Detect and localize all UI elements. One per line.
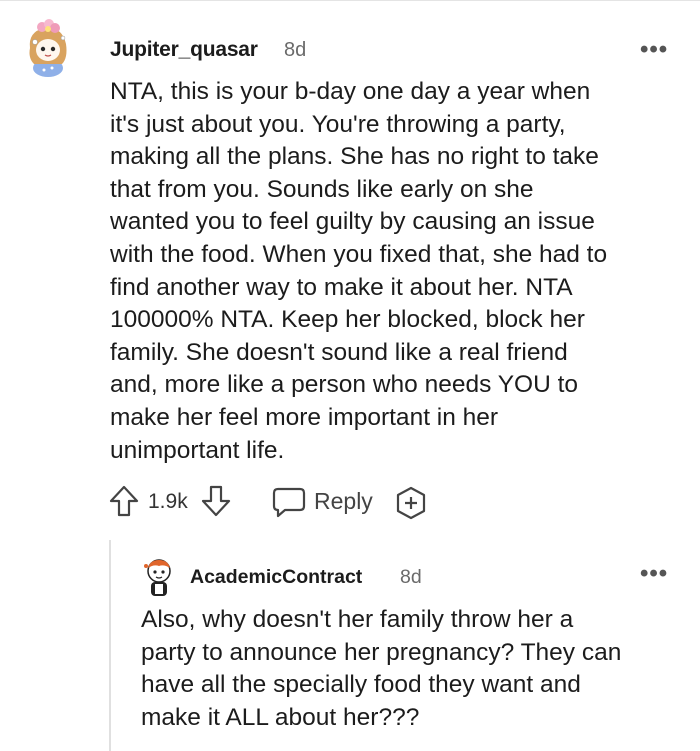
- more-options-icon[interactable]: •••: [640, 36, 668, 64]
- comment-age: 8d: [284, 39, 307, 61]
- user-avatar[interactable]: [22, 18, 74, 78]
- comment-line: family. She doesn't sound like a real fr…: [110, 338, 568, 366]
- speech-bubble-icon[interactable]: [272, 486, 306, 523]
- comment-body: NTA, this is your b-day one day a year w…: [110, 76, 680, 467]
- vote-count: 1.9k: [148, 490, 188, 513]
- comment-line: that from you. Sounds like early on she: [110, 175, 534, 203]
- reply-line: have all the specially food they want an…: [141, 671, 581, 699]
- comment-author[interactable]: Jupiter_quasar: [110, 38, 258, 62]
- comment-line: make her feel more important in her: [110, 403, 499, 431]
- top-divider: [0, 0, 700, 1]
- reply-age: 8d: [400, 566, 422, 588]
- add-award-icon[interactable]: [394, 486, 428, 525]
- upvote-arrow-icon[interactable]: [108, 484, 140, 523]
- reply-avatar[interactable]: [140, 558, 178, 598]
- avatar-icon: [144, 559, 171, 596]
- more-options-icon[interactable]: •••: [640, 560, 668, 588]
- comment-line: find another way to make it about her. N…: [110, 273, 573, 301]
- comment-line: unimportant life.: [110, 436, 285, 464]
- avatar-icon: [29, 19, 67, 77]
- comment-line: NTA, this is your b-day one day a year w…: [110, 78, 591, 105]
- comment-line: making all the plans. She has no right t…: [110, 143, 599, 171]
- thread-line[interactable]: [109, 540, 111, 751]
- reply-line: party to announce her pregnancy? They ca…: [141, 638, 622, 666]
- comment-line: it's just about you. You're throwing a p…: [110, 110, 566, 138]
- reply-line: Also, why doesn't her family throw her a: [141, 606, 574, 633]
- reply-author[interactable]: AcademicContract: [190, 566, 362, 589]
- reply-body: Also, why doesn't her family throw her a…: [141, 604, 681, 734]
- comment-line: wanted you to feel guilty by causing an …: [110, 208, 595, 236]
- comment-line: and, more like a person who needs YOU to: [110, 371, 579, 399]
- reply-button[interactable]: Reply: [314, 488, 373, 515]
- comment-line: with the food. When you fixed that, she …: [110, 240, 608, 268]
- downvote-arrow-icon[interactable]: [200, 484, 232, 523]
- reply-line: make it ALL about her???: [141, 703, 420, 731]
- comment-line: 100000% NTA. Keep her blocked, block her: [110, 306, 585, 334]
